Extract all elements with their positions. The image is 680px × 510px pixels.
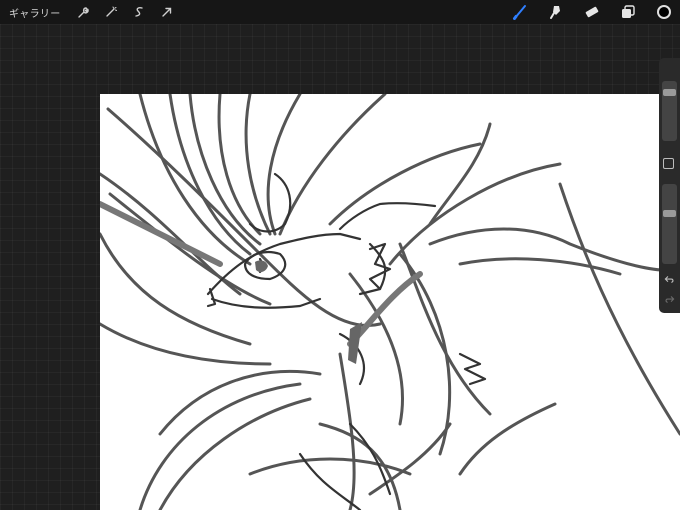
layers-icon[interactable] <box>618 2 638 22</box>
top-toolbar: ギャラリー <box>0 0 680 24</box>
color-swatch[interactable] <box>654 2 674 22</box>
undo-icon[interactable] <box>662 272 677 287</box>
magic-wand-icon[interactable] <box>101 2 121 22</box>
brush-size-thumb[interactable] <box>663 88 676 96</box>
eraser-icon[interactable] <box>582 2 602 22</box>
redo-icon[interactable] <box>662 292 677 307</box>
brush-icon[interactable] <box>510 2 530 22</box>
smudge-icon[interactable] <box>546 2 566 22</box>
right-toolbar <box>510 2 674 22</box>
transform-arrow-icon[interactable] <box>157 2 177 22</box>
opacity-thumb[interactable] <box>663 209 676 217</box>
drawing-canvas[interactable] <box>100 94 680 510</box>
sketch-artwork <box>100 94 680 510</box>
gallery-button[interactable]: ギャラリー <box>9 5 61 20</box>
brush-size-slider[interactable] <box>662 81 677 141</box>
opacity-slider[interactable] <box>662 184 677 264</box>
wrench-icon[interactable] <box>73 2 93 22</box>
selection-icon[interactable] <box>129 2 149 22</box>
square-modifier-icon[interactable] <box>663 158 674 169</box>
current-color-dot[interactable] <box>657 5 671 19</box>
brush-sidebar <box>659 58 680 313</box>
